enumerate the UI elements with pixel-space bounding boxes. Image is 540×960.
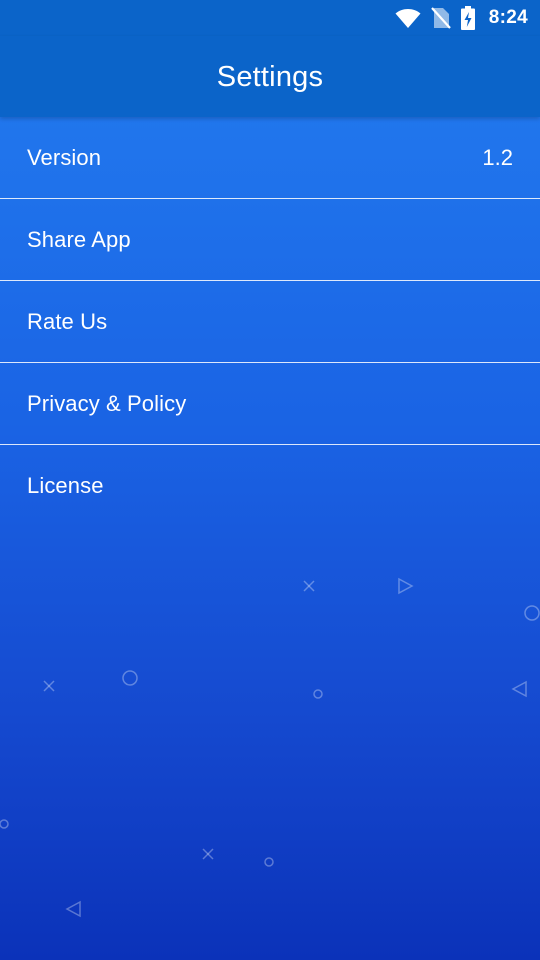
settings-item-privacy-policy[interactable]: Privacy & Policy (0, 363, 540, 445)
battery-charging-icon (460, 6, 475, 30)
license-label: License (27, 472, 104, 498)
pattern-circle (524, 605, 540, 621)
pattern-circle (313, 689, 323, 699)
settings-item-version[interactable]: Version 1.2 (0, 117, 540, 199)
pattern-circle (0, 819, 9, 829)
pattern-x-mark (202, 848, 214, 860)
settings-list: Version 1.2 Share App Rate Us Privacy & … (0, 117, 540, 526)
no-sim-icon (430, 7, 451, 29)
app-bar: Settings (0, 36, 540, 117)
pattern-triangle (511, 680, 527, 698)
pattern-x-mark (43, 680, 55, 692)
version-label: Version (27, 144, 102, 170)
settings-item-share-app[interactable]: Share App (0, 199, 540, 281)
version-value: 1.2 (482, 144, 513, 170)
pattern-triangle (65, 900, 81, 918)
pattern-triangle (398, 577, 414, 595)
clock: 8:24 (488, 7, 528, 28)
pattern-circle (122, 670, 138, 686)
privacy-policy-label: Privacy & Policy (27, 390, 187, 416)
settings-item-license[interactable]: License (0, 445, 540, 526)
status-bar: 8:24 (0, 0, 540, 36)
wifi-icon (395, 7, 421, 29)
pattern-x-mark (303, 580, 315, 592)
status-icons: 8:24 (395, 5, 528, 31)
page-title: Settings (216, 61, 324, 93)
share-app-label: Share App (27, 226, 131, 252)
pattern-circle (264, 857, 274, 867)
rate-us-label: Rate Us (27, 308, 108, 334)
settings-item-rate-us[interactable]: Rate Us (0, 281, 540, 363)
